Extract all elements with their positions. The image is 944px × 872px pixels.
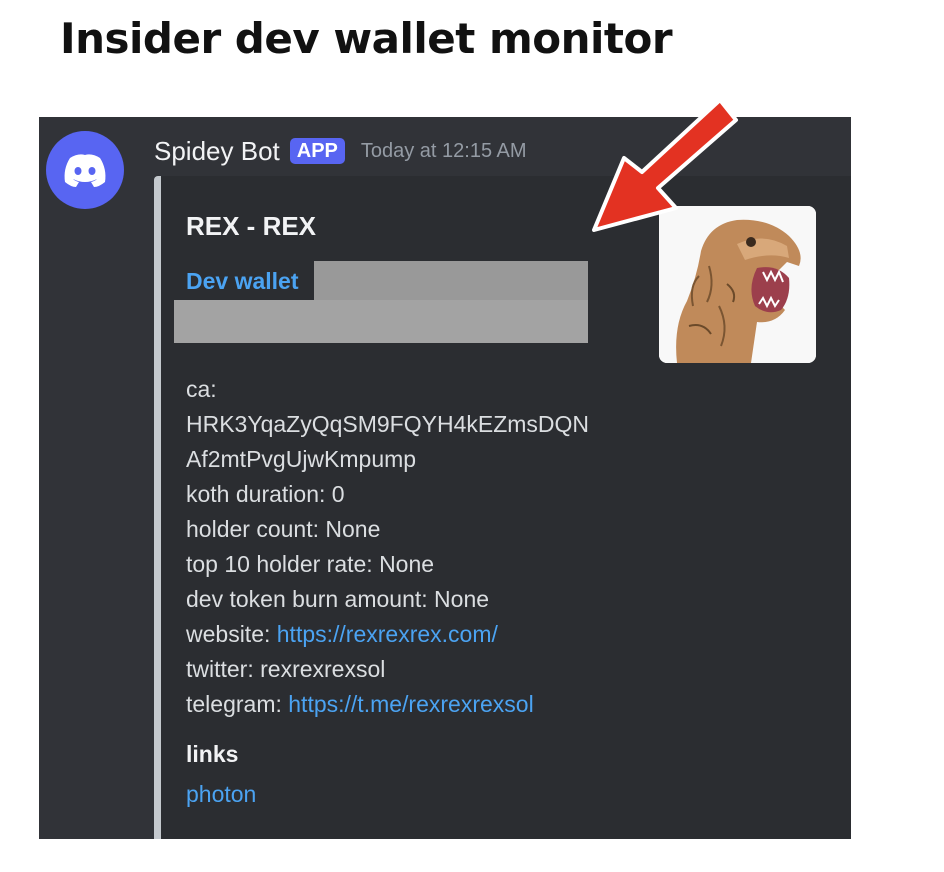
photon-link[interactable]: photon bbox=[186, 781, 256, 808]
embed-title: REX - REX bbox=[186, 211, 317, 241]
timestamp: Today at 12:15 AM bbox=[360, 139, 527, 162]
app-badge: APP bbox=[289, 138, 345, 164]
discord-logo-icon bbox=[64, 154, 106, 187]
username[interactable]: Spidey Bot bbox=[154, 136, 280, 167]
ca-label: ca: bbox=[186, 376, 217, 402]
top10-holder-rate: top 10 holder rate: None bbox=[186, 551, 435, 577]
bot-avatar[interactable] bbox=[46, 131, 124, 209]
telegram-link[interactable]: https://t.me/rexrexrexsol bbox=[288, 691, 533, 717]
twitter-row: twitter: rexrexrexsol bbox=[186, 656, 386, 682]
ca-address-line-2: Af2mtPvgUjwKmpump bbox=[186, 446, 417, 472]
links-heading: links bbox=[186, 741, 239, 767]
koth-duration: koth duration: 0 bbox=[186, 481, 345, 507]
ca-address-line-1: HRK3YqaZyQqSM9FQYH4kEZmsDQN bbox=[186, 411, 590, 437]
telegram-row: telegram: https://t.me/rexrexrexsol bbox=[186, 689, 534, 719]
website-label: website: bbox=[186, 621, 277, 647]
dev-token-burn: dev token burn amount: None bbox=[186, 586, 490, 612]
holder-count: holder count: None bbox=[186, 516, 381, 542]
message-header: Spidey Bot APP Today at 12:15 AM bbox=[154, 134, 527, 168]
dev-wallet-link[interactable]: Dev wallet bbox=[186, 268, 299, 295]
website-row: website: https://rexrexrex.com/ bbox=[186, 619, 498, 649]
page-heading: Insider dev wallet monitor bbox=[60, 14, 673, 63]
redacted-wallet-block-2 bbox=[174, 300, 588, 343]
telegram-label: telegram: bbox=[186, 691, 289, 717]
website-link[interactable]: https://rexrexrex.com/ bbox=[277, 621, 498, 647]
red-arrow-icon bbox=[592, 98, 738, 232]
